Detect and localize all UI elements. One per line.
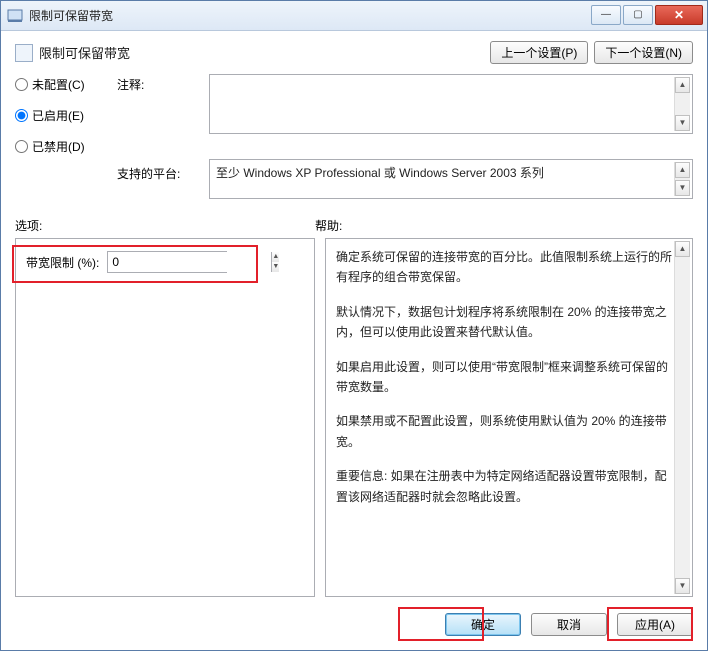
dialog-window: 限制可保留带宽 — ▢ ✕ 限制可保留带宽 上一个设置(P) 下一个设置(N) … (0, 0, 708, 651)
help-para: 重要信息: 如果在注册表中为特定网络适配器设置带宽限制，配置该网络适配器时就会忽… (336, 466, 674, 507)
ok-button[interactable]: 确定 (445, 613, 521, 636)
comment-scrollbar[interactable]: ▲ ▼ (674, 77, 690, 131)
lower-panels: 带宽限制 (%): ▲ ▼ 确定系统可保留的连接带宽的百分比。此值限制系统上运行… (15, 238, 693, 597)
page-title: 限制可保留带宽 (39, 43, 490, 62)
comment-label: 注释: (117, 74, 197, 93)
radio-unconfigured-label: 未配置(C) (32, 76, 85, 93)
help-para: 如果启用此设置，则可以使用“带宽限制”框来调整系统可保留的带宽数量。 (336, 357, 674, 398)
help-para: 如果禁用或不配置此设置，则系统使用默认值为 20% 的连接带宽。 (336, 411, 674, 452)
help-scrollbar[interactable]: ▲ ▼ (674, 241, 690, 594)
next-setting-button[interactable]: 下一个设置(N) (594, 41, 693, 64)
app-icon (7, 8, 23, 24)
minimize-button[interactable]: — (591, 5, 621, 25)
platform-scrollbar[interactable]: ▲ ▼ (674, 162, 690, 196)
scroll-up-icon[interactable]: ▲ (675, 77, 690, 93)
scroll-up-icon[interactable]: ▲ (675, 162, 690, 178)
options-panel: 带宽限制 (%): ▲ ▼ (15, 238, 315, 597)
help-para: 默认情况下，数据包计划程序将系统限制在 20% 的连接带宽之内，但可以使用此设置… (336, 302, 674, 343)
spinner-buttons: ▲ ▼ (271, 252, 279, 272)
maximize-button[interactable]: ▢ (623, 5, 653, 25)
window-controls: — ▢ ✕ (589, 5, 703, 27)
bandwidth-row: 带宽限制 (%): ▲ ▼ (26, 251, 304, 273)
radio-enabled-label: 已启用(E) (32, 107, 84, 124)
platform-box: 至少 Windows XP Professional 或 Windows Ser… (209, 159, 693, 199)
help-panel: 确定系统可保留的连接带宽的百分比。此值限制系统上运行的所有程序的组合带宽保留。 … (325, 238, 693, 597)
radio-unconfigured-input[interactable] (15, 78, 28, 91)
policy-icon (15, 44, 33, 62)
apply-button[interactable]: 应用(A) (617, 613, 693, 636)
bandwidth-spinner[interactable]: ▲ ▼ (107, 251, 227, 273)
config-grid: 未配置(C) 已启用(E) 已禁用(D) 注释: ▲ ▼ 支持 (15, 74, 693, 199)
platform-text: 至少 Windows XP Professional 或 Windows Ser… (216, 166, 544, 180)
footer-buttons: 确定 取消 应用(A) (15, 597, 693, 636)
spinner-up-icon[interactable]: ▲ (272, 252, 279, 262)
close-button[interactable]: ✕ (655, 5, 703, 25)
section-labels: 选项: 帮助: (15, 217, 693, 234)
radio-group: 未配置(C) 已启用(E) 已禁用(D) (15, 74, 105, 155)
help-para: 确定系统可保留的连接带宽的百分比。此值限制系统上运行的所有程序的组合带宽保留。 (336, 247, 674, 288)
radio-disabled-input[interactable] (15, 140, 28, 153)
cancel-button[interactable]: 取消 (531, 613, 607, 636)
radio-disabled-label: 已禁用(D) (32, 138, 85, 155)
nav-buttons: 上一个设置(P) 下一个设置(N) (490, 41, 693, 64)
platform-label: 支持的平台: (117, 159, 197, 182)
scroll-down-icon[interactable]: ▼ (675, 180, 690, 196)
titlebar[interactable]: 限制可保留带宽 — ▢ ✕ (1, 1, 707, 31)
radio-enabled[interactable]: 已启用(E) (15, 107, 105, 124)
help-label: 帮助: (315, 217, 342, 234)
scroll-up-icon[interactable]: ▲ (675, 241, 690, 257)
scroll-down-icon[interactable]: ▼ (675, 115, 690, 131)
content-area: 限制可保留带宽 上一个设置(P) 下一个设置(N) 未配置(C) 已启用(E) … (1, 31, 707, 650)
spinner-down-icon[interactable]: ▼ (272, 262, 279, 272)
radio-unconfigured[interactable]: 未配置(C) (15, 76, 105, 93)
prev-setting-button[interactable]: 上一个设置(P) (490, 41, 588, 64)
radio-enabled-input[interactable] (15, 109, 28, 122)
bandwidth-input[interactable] (108, 252, 271, 272)
radio-disabled[interactable]: 已禁用(D) (15, 138, 105, 155)
options-label: 选项: (15, 217, 315, 234)
header-row: 限制可保留带宽 上一个设置(P) 下一个设置(N) (15, 41, 693, 64)
bandwidth-label: 带宽限制 (%): (26, 254, 99, 271)
comment-textarea[interactable]: ▲ ▼ (209, 74, 693, 134)
window-title: 限制可保留带宽 (29, 7, 589, 24)
scroll-down-icon[interactable]: ▼ (675, 578, 690, 594)
